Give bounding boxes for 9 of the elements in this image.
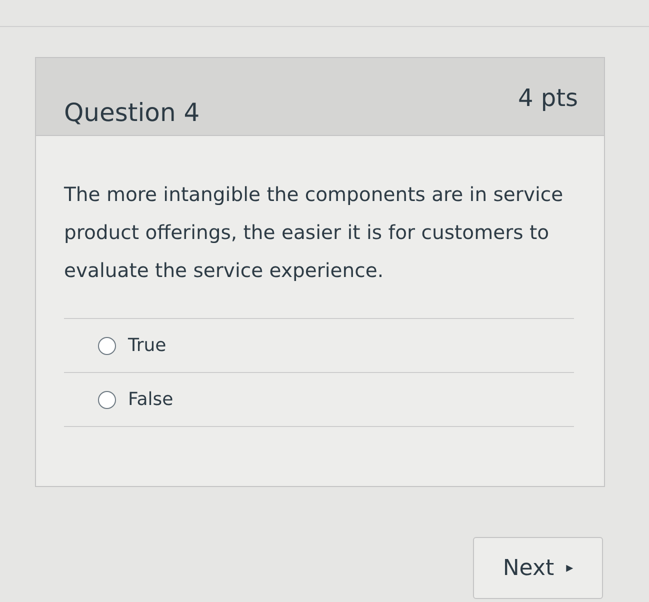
radio-button[interactable] (98, 390, 116, 408)
question-text: The more intangible the components are in service product offerings, the easier it is for customers to evaluate the service experience. (64, 182, 564, 284)
answer-label[interactable]: False (128, 386, 174, 413)
next-button[interactable]: Next ▸ (473, 537, 603, 599)
question-title: Question 4 (64, 97, 200, 129)
points-label: 4 pts (518, 83, 578, 114)
radio-button[interactable] (98, 336, 116, 354)
answer-label[interactable]: True (128, 332, 166, 359)
caret-icon: ▸ (566, 558, 574, 578)
